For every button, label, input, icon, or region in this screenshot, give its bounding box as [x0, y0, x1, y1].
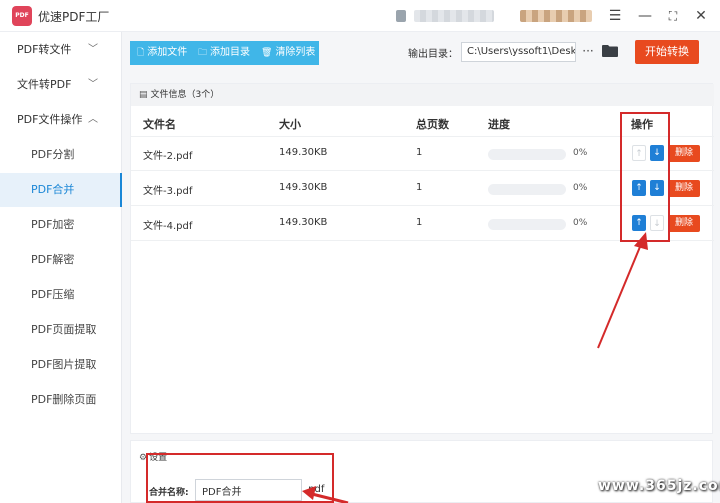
file-pages: 1 [416, 217, 423, 228]
maximize-icon[interactable]: ⛶ [662, 6, 684, 26]
column-header-pages: 总页数 [416, 118, 449, 131]
progress-bar [488, 184, 566, 195]
sidebar-item-image-extract[interactable]: PDF图片提取 [0, 348, 122, 382]
minimize-icon[interactable]: — [634, 6, 656, 26]
output-dir-label: 输出目录： [408, 49, 458, 60]
sidebar-item-compress[interactable]: PDF压缩 [0, 278, 122, 312]
column-header-actions: 操作 [631, 118, 653, 131]
folder-icon[interactable] [602, 44, 618, 57]
column-header-progress: 进度 [488, 118, 510, 131]
sidebar-group-pdf-to-file[interactable]: PDF转文件 ﹀ [0, 33, 122, 67]
trash-icon: 🗑 [261, 48, 273, 58]
delete-button[interactable]: 删除 [668, 145, 700, 162]
progress-bar [488, 219, 566, 230]
app-logo-icon: PDF [12, 6, 32, 26]
merge-name-label: 合并名称: [149, 488, 189, 498]
arrow-down-icon: ↓ [653, 148, 661, 158]
progress-bar [488, 149, 566, 160]
watermark: www.365jz.com [598, 478, 720, 494]
sidebar-item-encrypt[interactable]: PDF加密 [0, 208, 122, 242]
blurred-user-info [396, 10, 406, 22]
gear-icon: ⚙ [139, 453, 148, 463]
file-pages: 1 [416, 182, 423, 193]
sidebar-item-delete-pages[interactable]: PDF删除页面 [0, 383, 122, 417]
sidebar: PDF转文件 ﹀ 文件转PDF ﹀ PDF文件操作 ︿ PDF分割 PDF合并 … [0, 32, 122, 503]
hamburger-icon[interactable]: ☰ [604, 6, 626, 26]
chevron-down-icon: ﹀ [88, 44, 98, 55]
arrow-down-icon: ↓ [653, 219, 661, 229]
start-convert-button[interactable]: 开始转换 [635, 40, 699, 64]
move-down-button[interactable]: ↓ [650, 215, 664, 231]
arrow-up-icon: ↑ [635, 183, 643, 193]
progress-text: 0% [573, 148, 588, 158]
document-icon: ▤ [139, 90, 148, 100]
table-row: 文件-2.pdf 149.30KB 1 0% ↑ ↓ 删除 [131, 137, 714, 171]
sidebar-item-merge[interactable]: PDF合并 [0, 173, 122, 207]
close-icon[interactable]: ✕ [690, 6, 712, 26]
file-name: 文件-3.pdf [143, 186, 193, 197]
arrow-down-icon: ↓ [653, 183, 661, 193]
move-up-button[interactable]: ↑ [632, 215, 646, 231]
move-up-button[interactable]: ↑ [632, 145, 646, 161]
file-pages: 1 [416, 147, 423, 158]
file-size: 149.30KB [279, 217, 328, 228]
title-bar: PDF 优速PDF工厂 ☰ — ⛶ ✕ [0, 0, 720, 32]
column-header-name: 文件名 [143, 118, 176, 131]
chevron-down-icon: ﹀ [88, 79, 98, 90]
arrow-up-icon: ↑ [635, 149, 643, 159]
table-row: 文件-4.pdf 149.30KB 1 0% ↑ ↓ 删除 [131, 207, 714, 241]
add-directory-button[interactable]: 🗀 添加目录 [198, 41, 250, 65]
file-name: 文件-2.pdf [143, 151, 193, 162]
file-size: 149.30KB [279, 147, 328, 158]
arrow-up-icon: ↑ [635, 218, 643, 228]
sidebar-item-split[interactable]: PDF分割 [0, 138, 122, 172]
move-down-button[interactable]: ↓ [650, 145, 664, 161]
sidebar-item-decrypt[interactable]: PDF解密 [0, 243, 122, 277]
table-row: 文件-3.pdf 149.30KB 1 0% ↑ ↓ 删除 [131, 172, 714, 206]
file-name: 文件-4.pdf [143, 221, 193, 232]
sidebar-group-file-to-pdf[interactable]: 文件转PDF ﹀ [0, 68, 122, 102]
merge-extension: .pdf [305, 484, 325, 495]
file-list-panel: ▤ 文件信息（3个） 文件名 大小 总页数 进度 操作 文件-2.pdf 149.… [130, 83, 714, 434]
move-down-button[interactable]: ↓ [650, 180, 664, 196]
progress-text: 0% [573, 183, 588, 193]
file-icon: 🗋 [137, 48, 145, 58]
chevron-up-icon: ︿ [88, 114, 98, 125]
folder-outline-icon: 🗀 [198, 48, 208, 58]
settings-header: ⚙ 设置 [139, 453, 168, 463]
file-size: 149.30KB [279, 182, 328, 193]
move-up-button[interactable]: ↑ [632, 180, 646, 196]
file-toolbar: 🗋 添加文件 🗀 添加目录 🗑 清除列表 [130, 41, 319, 65]
output-dir-field[interactable]: C:\Users\yssoft1\Deskt [461, 42, 576, 62]
column-header-size: 大小 [279, 118, 301, 131]
delete-button[interactable]: 删除 [668, 180, 700, 197]
delete-button[interactable]: 删除 [668, 215, 700, 232]
sidebar-group-label: PDF文件操作 [17, 113, 83, 126]
app-title: 优速PDF工厂 [38, 10, 110, 24]
add-file-button[interactable]: 🗋 添加文件 [137, 41, 187, 65]
more-options-button[interactable]: ··· [580, 42, 596, 62]
file-panel-header: ▤ 文件信息（3个） [131, 84, 714, 106]
sidebar-group-pdf-operations[interactable]: PDF文件操作 ︿ [0, 103, 122, 137]
progress-text: 0% [573, 218, 588, 228]
sidebar-item-page-extract[interactable]: PDF页面提取 [0, 313, 122, 347]
clear-list-button[interactable]: 🗑 清除列表 [261, 41, 315, 65]
sidebar-group-label: PDF转文件 [17, 43, 72, 56]
merge-name-input[interactable] [195, 479, 302, 501]
blurred-user-info [414, 10, 494, 22]
blurred-user-info [520, 10, 592, 22]
sidebar-group-label: 文件转PDF [17, 78, 72, 91]
